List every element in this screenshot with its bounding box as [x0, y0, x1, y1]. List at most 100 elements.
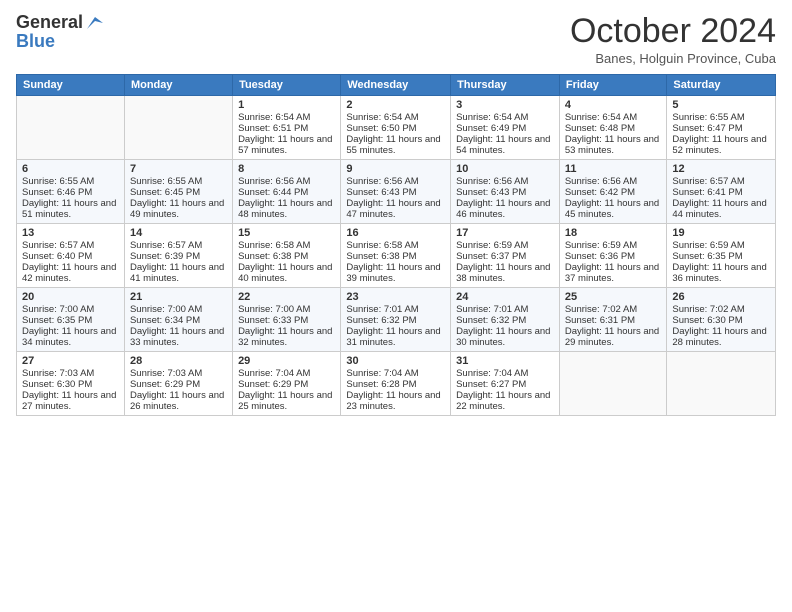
sunrise-text: Sunrise: 6:56 AM: [346, 176, 445, 187]
daylight-text: Daylight: 11 hours and 23 minutes.: [346, 390, 445, 412]
day-number: 10: [456, 163, 554, 175]
day-number: 16: [346, 227, 445, 239]
week-row-1: 1Sunrise: 6:54 AMSunset: 6:51 PMDaylight…: [17, 96, 776, 160]
location-subtitle: Banes, Holguin Province, Cuba: [570, 51, 776, 66]
daylight-text: Daylight: 11 hours and 38 minutes.: [456, 262, 554, 284]
sunrise-text: Sunrise: 6:57 AM: [130, 240, 227, 251]
calendar-cell: 23Sunrise: 7:01 AMSunset: 6:32 PMDayligh…: [341, 288, 451, 352]
daylight-text: Daylight: 11 hours and 33 minutes.: [130, 326, 227, 348]
sunset-text: Sunset: 6:38 PM: [238, 251, 335, 262]
sunrise-text: Sunrise: 6:54 AM: [346, 112, 445, 123]
sunrise-text: Sunrise: 7:02 AM: [672, 304, 770, 315]
weekday-header-friday: Friday: [559, 75, 667, 96]
day-number: 6: [22, 163, 119, 175]
calendar-cell: 20Sunrise: 7:00 AMSunset: 6:35 PMDayligh…: [17, 288, 125, 352]
daylight-text: Daylight: 11 hours and 40 minutes.: [238, 262, 335, 284]
day-number: 18: [565, 227, 662, 239]
sunset-text: Sunset: 6:39 PM: [130, 251, 227, 262]
sunset-text: Sunset: 6:43 PM: [346, 187, 445, 198]
day-number: 13: [22, 227, 119, 239]
sunset-text: Sunset: 6:50 PM: [346, 123, 445, 134]
sunrise-text: Sunrise: 7:01 AM: [346, 304, 445, 315]
calendar-cell: 14Sunrise: 6:57 AMSunset: 6:39 PMDayligh…: [124, 224, 232, 288]
calendar-cell: 19Sunrise: 6:59 AMSunset: 6:35 PMDayligh…: [667, 224, 776, 288]
header: General Blue October 2024 Banes, Holguin…: [16, 12, 776, 66]
calendar-cell: 27Sunrise: 7:03 AMSunset: 6:30 PMDayligh…: [17, 352, 125, 416]
weekday-header-thursday: Thursday: [451, 75, 560, 96]
sunrise-text: Sunrise: 6:54 AM: [238, 112, 335, 123]
sunset-text: Sunset: 6:38 PM: [346, 251, 445, 262]
sunset-text: Sunset: 6:43 PM: [456, 187, 554, 198]
day-number: 3: [456, 99, 554, 111]
calendar-cell: [667, 352, 776, 416]
daylight-text: Daylight: 11 hours and 57 minutes.: [238, 134, 335, 156]
daylight-text: Daylight: 11 hours and 29 minutes.: [565, 326, 662, 348]
calendar-cell: 13Sunrise: 6:57 AMSunset: 6:40 PMDayligh…: [17, 224, 125, 288]
calendar-cell: 17Sunrise: 6:59 AMSunset: 6:37 PMDayligh…: [451, 224, 560, 288]
daylight-text: Daylight: 11 hours and 48 minutes.: [238, 198, 335, 220]
calendar-cell: 29Sunrise: 7:04 AMSunset: 6:29 PMDayligh…: [233, 352, 341, 416]
day-number: 12: [672, 163, 770, 175]
day-number: 5: [672, 99, 770, 111]
calendar: SundayMondayTuesdayWednesdayThursdayFrid…: [16, 74, 776, 416]
sunrise-text: Sunrise: 6:56 AM: [565, 176, 662, 187]
sunset-text: Sunset: 6:29 PM: [130, 379, 227, 390]
sunset-text: Sunset: 6:46 PM: [22, 187, 119, 198]
daylight-text: Daylight: 11 hours and 22 minutes.: [456, 390, 554, 412]
sunrise-text: Sunrise: 7:02 AM: [565, 304, 662, 315]
day-number: 1: [238, 99, 335, 111]
sunrise-text: Sunrise: 6:54 AM: [565, 112, 662, 123]
day-number: 24: [456, 291, 554, 303]
weekday-header-wednesday: Wednesday: [341, 75, 451, 96]
sunset-text: Sunset: 6:28 PM: [346, 379, 445, 390]
day-number: 19: [672, 227, 770, 239]
day-number: 27: [22, 355, 119, 367]
month-title: October 2024: [570, 12, 776, 51]
daylight-text: Daylight: 11 hours and 45 minutes.: [565, 198, 662, 220]
daylight-text: Daylight: 11 hours and 31 minutes.: [346, 326, 445, 348]
sunset-text: Sunset: 6:27 PM: [456, 379, 554, 390]
daylight-text: Daylight: 11 hours and 44 minutes.: [672, 198, 770, 220]
daylight-text: Daylight: 11 hours and 51 minutes.: [22, 198, 119, 220]
calendar-cell: 22Sunrise: 7:00 AMSunset: 6:33 PMDayligh…: [233, 288, 341, 352]
sunset-text: Sunset: 6:37 PM: [456, 251, 554, 262]
calendar-cell: 6Sunrise: 6:55 AMSunset: 6:46 PMDaylight…: [17, 160, 125, 224]
daylight-text: Daylight: 11 hours and 36 minutes.: [672, 262, 770, 284]
calendar-cell: 15Sunrise: 6:58 AMSunset: 6:38 PMDayligh…: [233, 224, 341, 288]
day-number: 23: [346, 291, 445, 303]
daylight-text: Daylight: 11 hours and 46 minutes.: [456, 198, 554, 220]
calendar-cell: 4Sunrise: 6:54 AMSunset: 6:48 PMDaylight…: [559, 96, 667, 160]
day-number: 2: [346, 99, 445, 111]
sunrise-text: Sunrise: 6:59 AM: [672, 240, 770, 251]
daylight-text: Daylight: 11 hours and 25 minutes.: [238, 390, 335, 412]
weekday-header-saturday: Saturday: [667, 75, 776, 96]
sunset-text: Sunset: 6:42 PM: [565, 187, 662, 198]
sunrise-text: Sunrise: 6:55 AM: [130, 176, 227, 187]
sunrise-text: Sunrise: 7:01 AM: [456, 304, 554, 315]
sunrise-text: Sunrise: 6:57 AM: [672, 176, 770, 187]
sunrise-text: Sunrise: 6:58 AM: [346, 240, 445, 251]
sunset-text: Sunset: 6:32 PM: [456, 315, 554, 326]
daylight-text: Daylight: 11 hours and 39 minutes.: [346, 262, 445, 284]
day-number: 8: [238, 163, 335, 175]
week-row-4: 20Sunrise: 7:00 AMSunset: 6:35 PMDayligh…: [17, 288, 776, 352]
calendar-cell: 28Sunrise: 7:03 AMSunset: 6:29 PMDayligh…: [124, 352, 232, 416]
sunset-text: Sunset: 6:47 PM: [672, 123, 770, 134]
daylight-text: Daylight: 11 hours and 28 minutes.: [672, 326, 770, 348]
calendar-cell: 31Sunrise: 7:04 AMSunset: 6:27 PMDayligh…: [451, 352, 560, 416]
calendar-cell: 11Sunrise: 6:56 AMSunset: 6:42 PMDayligh…: [559, 160, 667, 224]
day-number: 7: [130, 163, 227, 175]
week-row-5: 27Sunrise: 7:03 AMSunset: 6:30 PMDayligh…: [17, 352, 776, 416]
daylight-text: Daylight: 11 hours and 41 minutes.: [130, 262, 227, 284]
calendar-cell: [17, 96, 125, 160]
daylight-text: Daylight: 11 hours and 55 minutes.: [346, 134, 445, 156]
logo: General Blue: [16, 12, 105, 52]
sunrise-text: Sunrise: 7:00 AM: [130, 304, 227, 315]
daylight-text: Daylight: 11 hours and 27 minutes.: [22, 390, 119, 412]
day-number: 20: [22, 291, 119, 303]
calendar-cell: [559, 352, 667, 416]
daylight-text: Daylight: 11 hours and 32 minutes.: [238, 326, 335, 348]
sunrise-text: Sunrise: 7:03 AM: [130, 368, 227, 379]
calendar-cell: 12Sunrise: 6:57 AMSunset: 6:41 PMDayligh…: [667, 160, 776, 224]
calendar-cell: 26Sunrise: 7:02 AMSunset: 6:30 PMDayligh…: [667, 288, 776, 352]
